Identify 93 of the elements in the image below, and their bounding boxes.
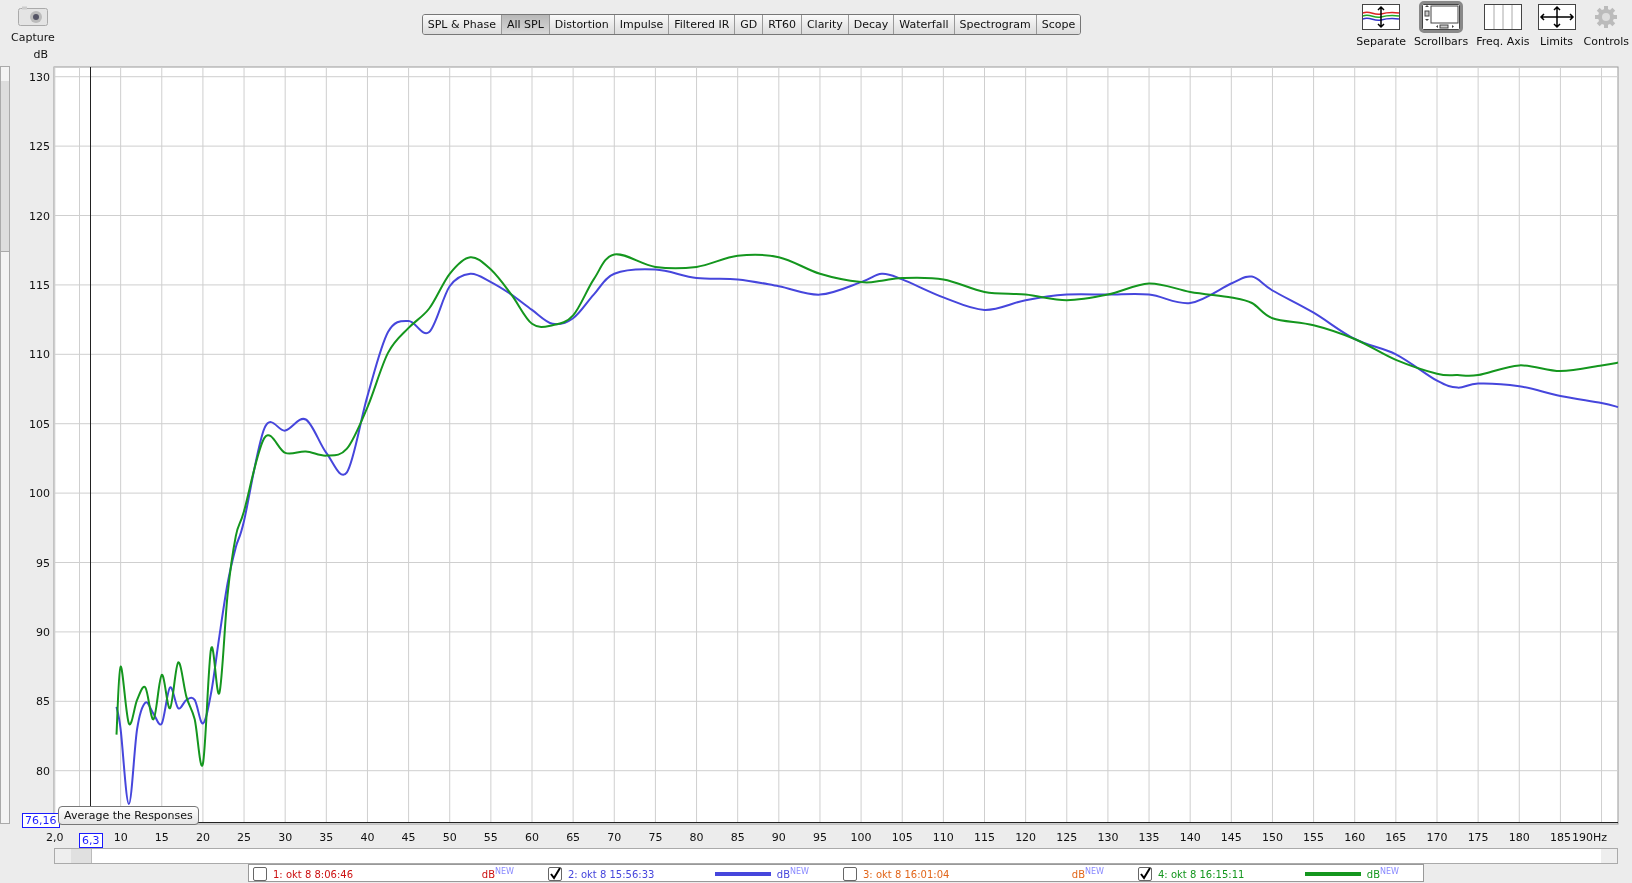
y-tick-label: 105 — [29, 417, 50, 431]
separate-button[interactable]: Separate — [1353, 2, 1409, 50]
horizontal-scrollbar[interactable] — [54, 848, 1618, 864]
x-tick-label: 25 — [237, 831, 252, 844]
y-tick-label: 80 — [36, 764, 50, 778]
x-tick-label: 80 — [689, 831, 704, 844]
unit-label: dB$^{NEW}$ — [481, 867, 514, 881]
separate-traces-icon — [1362, 4, 1401, 30]
x-tick-label: 170 — [1426, 831, 1448, 844]
x-tick-label: 40 — [360, 831, 375, 844]
x-tick-label: 85 — [730, 831, 745, 844]
trace-swatch — [1304, 872, 1361, 876]
x-tick-label: 120 — [1015, 831, 1037, 844]
unit-label: dB$^{NEW}$ — [1071, 867, 1104, 881]
x-tick-label: 75 — [648, 831, 663, 844]
y-tick-label: 130 — [29, 70, 50, 84]
x-tick-label: 180 — [1508, 831, 1530, 844]
y-axis-unit: dB — [33, 48, 48, 61]
graph-tab[interactable]: Scope — [1036, 15, 1081, 34]
graph-tab[interactable]: Distortion — [549, 15, 615, 34]
cursor-value: 6,3 — [79, 833, 103, 848]
x-tick-label: 20 — [195, 831, 210, 844]
graph-tab[interactable]: Decay — [848, 15, 895, 34]
frequency-grid-icon — [1483, 4, 1522, 30]
x-tick-label: 135 — [1138, 831, 1160, 844]
x-tick-label: 100 — [850, 831, 872, 844]
x-tick-label: 50 — [442, 831, 457, 844]
y-tick-label: 115 — [29, 278, 50, 292]
x-tick-label: 2,0 — [46, 831, 64, 844]
measurement-name: 4: okt 8 16:15:11 — [1158, 868, 1245, 880]
camera-icon — [17, 6, 48, 26]
graph-tab[interactable]: Waterfall — [894, 15, 955, 34]
x-tick-label: 140 — [1179, 831, 1201, 844]
checkbox[interactable] — [253, 867, 267, 881]
x-tick-label: 145 — [1220, 831, 1242, 844]
x-tick-label: 90 — [771, 831, 786, 844]
x-tick-label: 155 — [1303, 831, 1325, 844]
graph-tab[interactable]: Filtered IR — [669, 15, 736, 34]
unit-label: dB$^{NEW}$ — [776, 867, 809, 881]
x-tick-label: 190Hz — [1572, 831, 1608, 844]
y-tick-label: 110 — [29, 348, 50, 362]
graph-tab[interactable]: Clarity — [801, 15, 849, 34]
checkbox[interactable] — [1138, 867, 1152, 881]
x-tick-label: 60 — [525, 831, 539, 844]
scrollbars-button[interactable]: Scrollbars — [1411, 2, 1472, 50]
x-tick-label: 55 — [483, 831, 498, 844]
capture-button[interactable]: Capture — [8, 4, 58, 46]
graph-tab[interactable]: Impulse — [614, 15, 670, 34]
x-tick-label: 45 — [401, 831, 416, 844]
x-tick-label: 160 — [1344, 831, 1366, 844]
x-tick-label: 150 — [1261, 831, 1283, 844]
x-tick-label: 70 — [607, 831, 622, 844]
checkbox[interactable] — [548, 867, 562, 881]
x-tick-label: 15 — [154, 831, 169, 844]
graph-tab[interactable]: GD — [735, 15, 764, 34]
measurement-name: 3: okt 8 16:01:04 — [863, 868, 950, 880]
controls-button[interactable]: Controls — [1580, 2, 1632, 50]
graph-tab[interactable]: All SPL — [501, 15, 550, 34]
x-tick-label: 105 — [891, 831, 913, 844]
cursor-value: 76,16 — [22, 813, 60, 828]
settings-icon — [1594, 4, 1619, 30]
x-tick-label: 10 — [113, 831, 128, 844]
y-tick-label: 100 — [29, 487, 50, 501]
graph-tab[interactable]: SPL & Phase — [422, 15, 502, 34]
trace-swatch — [714, 872, 771, 876]
x-tick-label: 35 — [319, 831, 334, 844]
checkbox[interactable] — [843, 867, 857, 881]
x-tick-label: 65 — [566, 831, 581, 844]
vertical-scrollbar[interactable] — [0, 66, 10, 824]
x-tick-label: 130 — [1097, 831, 1119, 844]
freq-axis-button[interactable]: Freq. Axis — [1473, 2, 1533, 50]
scrollbars-icon — [1422, 4, 1461, 30]
y-tick-label: 85 — [36, 695, 50, 709]
average-responses-button[interactable]: Average the Responses — [58, 806, 199, 825]
x-tick-label: 175 — [1467, 831, 1489, 844]
unit-label: dB$^{NEW}$ — [1366, 867, 1399, 881]
limits-button[interactable]: Limits — [1534, 2, 1579, 50]
measurement-name: 2: okt 8 15:56:33 — [568, 868, 655, 880]
x-tick-label: 185 — [1549, 831, 1571, 844]
four-way-arrow-icon — [1537, 4, 1576, 30]
x-tick-label: 125 — [1056, 831, 1078, 844]
y-tick-label: 90 — [36, 625, 50, 639]
x-tick-label: 115 — [974, 831, 995, 844]
y-tick-label: 95 — [36, 556, 50, 570]
y-tick-label: 125 — [29, 140, 50, 154]
x-tick-label: 95 — [812, 831, 827, 844]
x-tick-label: 110 — [932, 831, 954, 844]
x-tick-label: 165 — [1385, 831, 1407, 844]
graph-tab[interactable]: RT60 — [763, 15, 802, 34]
measurement-name: 1: okt 8 8:06:46 — [273, 868, 353, 880]
x-tick-label: 30 — [278, 831, 293, 844]
graph-tab[interactable]: Spectrogram — [954, 15, 1037, 34]
y-tick-label: 120 — [29, 209, 50, 223]
